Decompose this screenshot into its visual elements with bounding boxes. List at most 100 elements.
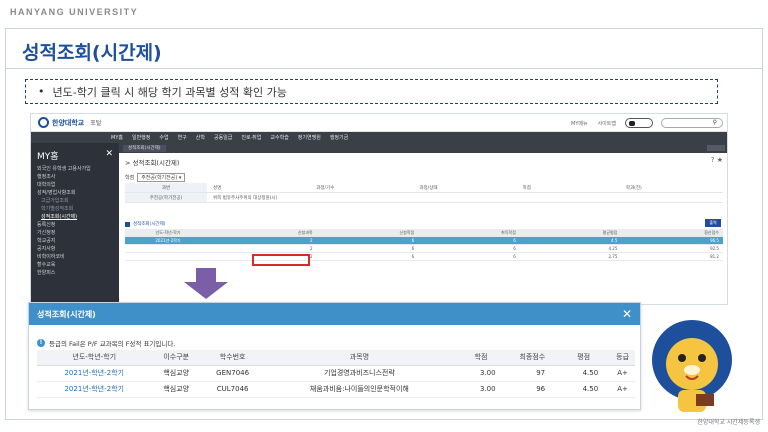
- sidebar-items: 외국인 유학생 고용사가입 행정조사 대학의업 성적/영업사항조회 고급가입조회 학기별성…: [31, 165, 119, 277]
- table-cell: 채움과비움:나이듦의인문학적이해: [264, 381, 455, 398]
- portal-sidebar: MY홈 ✕ 외국인 유학생 고용사가입 행정조사 대학의업 성적/영업사항조회 고급가입…: [31, 143, 119, 304]
- nav-item[interactable]: 진로·취업: [241, 134, 261, 141]
- portal-screenshot: 한양대학교 포털 MY메뉴 사이트맵 ⚲ MY홈 일반행정 수업 연구 산학 공동일급 진로…: [30, 113, 728, 305]
- table-cell: A+: [610, 381, 635, 398]
- nav-item[interactable]: 공동일급: [214, 134, 232, 141]
- sidebar-item[interactable]: 성적/영업사항조회: [31, 189, 119, 197]
- sidebar-item[interactable]: 한양피스: [31, 269, 119, 277]
- grid-row[interactable]: 2 6 6 2.75 81.2: [125, 253, 723, 261]
- sidebar-item[interactable]: 공지사항: [31, 245, 119, 253]
- grid-cell[interactable]: [125, 253, 215, 260]
- table-header-cell: 이수구분: [151, 350, 201, 366]
- grid-cell: 2: [310, 246, 313, 251]
- portal-logo[interactable]: 한양대학교 포털: [38, 117, 101, 128]
- sidebar-header: MY홈 ✕: [31, 143, 119, 165]
- table-cell: GEN7046: [200, 365, 265, 382]
- nav-item[interactable]: 수업: [159, 134, 168, 141]
- sidebar-item[interactable]: 등록신청: [31, 221, 119, 229]
- sidebar-item[interactable]: 성적조회(시간제): [31, 213, 119, 221]
- form-cell: 과정/기수: [316, 185, 335, 191]
- section-square-icon: [125, 221, 130, 227]
- nav-item[interactable]: 일반행정: [132, 134, 150, 141]
- portal-logo-sub: 포털: [90, 120, 102, 127]
- tab-grade-inquiry[interactable]: 성적조회(시간제): [123, 145, 166, 152]
- close-icon[interactable]: ✕: [622, 307, 632, 321]
- grade-section-title: 성적조회(시간제): [125, 221, 166, 227]
- tab-controls[interactable]: [707, 145, 725, 151]
- my-menu-link[interactable]: MY메뉴: [571, 120, 588, 127]
- close-icon[interactable]: ✕: [105, 149, 113, 162]
- portal-topbar: 한양대학교 포털 MY메뉴 사이트맵 ⚲: [31, 114, 727, 132]
- sidebar-item[interactable]: 가신청정: [31, 229, 119, 237]
- sidebar-item[interactable]: 행정조사: [31, 173, 119, 181]
- instruction-text: 년도-학기 클릭 시 해당 학기 과목별 성적 확인 가능: [52, 85, 287, 99]
- table-cell: CUL7046: [200, 381, 265, 398]
- search-input[interactable]: ⚲: [661, 118, 723, 128]
- grid-cell: 2: [310, 238, 313, 243]
- sidebar-item[interactable]: 고급가입조회: [31, 197, 119, 205]
- nav-item[interactable]: 산학: [196, 134, 205, 141]
- university-header: HANYANG UNIVERSITY: [10, 7, 139, 17]
- popup-header: 성적조회(시간제) ✕: [29, 303, 640, 325]
- grid-row[interactable]: 2 6 6 4.25 92.5: [125, 245, 723, 253]
- info-icon: !: [37, 339, 45, 347]
- portal-navbar: MY홈 일반행정 수업 연구 산학 공동일급 진로·취업 교수학습 정기연맹원 행정기금: [31, 132, 727, 143]
- portal-page-icons: ? ★: [711, 156, 723, 164]
- form-cell: 학점: [522, 185, 531, 191]
- star-icon[interactable]: ★: [717, 156, 723, 164]
- sidebar-item[interactable]: 비학이하코비: [31, 253, 119, 261]
- instruction-note: • 년도-학기 클릭 시 해당 학기 과목별 성적 확인 가능: [25, 79, 718, 104]
- semester-link[interactable]: 2021년-학년-2학기: [37, 381, 152, 398]
- table-header-cell: 과목명: [264, 350, 455, 366]
- grid-header-cell: 환산점수: [704, 230, 719, 235]
- sidebar-item[interactable]: 대학의업: [31, 181, 119, 189]
- table-cell: 핵심교양: [151, 381, 201, 398]
- print-button[interactable]: 출력: [705, 219, 721, 227]
- university-seal-icon: [38, 117, 49, 128]
- table-body: 2021년-학년-2학기 핵심교양 GEN7046 기업경영과비즈니스전략 3.00 97…: [37, 365, 635, 398]
- sidebar-item[interactable]: 학교공지: [31, 237, 119, 245]
- grade-detail-popup: 성적조회(시간제) ✕ ! 등급의 Fail은 P/F 교과목의 F성적 표기입…: [28, 302, 641, 410]
- grid-cell: 96.5: [710, 238, 719, 243]
- major-select-box[interactable]: 주전공(학기전공) ▾: [137, 173, 186, 182]
- nav-item[interactable]: MY홈: [111, 134, 123, 141]
- table-cell: A+: [610, 365, 635, 382]
- grade-section-text: 성적조회(시간제): [133, 222, 166, 227]
- theme-toggle[interactable]: [625, 118, 653, 128]
- form-cell: 위쪽 법유주사주위의 대상정원(시): [213, 195, 278, 201]
- grid-header-row: 년도-학년-학기 신청과목 신청학점 취득학점 평균평점 환산점수: [125, 229, 723, 237]
- nav-item[interactable]: 교수학습: [270, 134, 288, 141]
- sitemap-link[interactable]: 사이트맵: [598, 120, 616, 127]
- form-cell: 학과(전): [625, 185, 642, 191]
- grid-cell: 6: [411, 246, 415, 251]
- grid-cell[interactable]: [125, 245, 215, 252]
- grid-header-cell: 신청과목: [297, 230, 313, 235]
- table-header-cell: 학점: [454, 350, 508, 366]
- table-row: 2021년-학년-2학기 핵심교양 CUL7046 채움과비움:나이듦의인문학적이해 3…: [37, 381, 635, 398]
- grid-header-cell: 취득학점: [501, 230, 516, 235]
- table-cell: 3.00: [454, 381, 508, 398]
- portal-page-title: > 성적조회(시간제): [125, 159, 180, 167]
- grid-cell[interactable]: 2021년-2학기: [125, 237, 215, 244]
- sidebar-item[interactable]: 외국인 유학생 고용사가입: [31, 165, 119, 173]
- table-header-cell: 최종점수: [507, 350, 558, 366]
- nav-item[interactable]: 연구: [178, 134, 187, 141]
- major-select-value: 주전공(학기전공): [141, 175, 178, 181]
- semester-link[interactable]: 2021년-학년-2학기: [37, 365, 152, 382]
- footer-credit: 한양대학교 시간제등록생: [697, 419, 760, 426]
- sidebar-item[interactable]: 할수교육: [31, 261, 119, 269]
- form-label: 주전공(학기전공): [125, 193, 207, 202]
- help-icon[interactable]: ?: [711, 156, 715, 164]
- nav-item[interactable]: 정기연맹원: [298, 134, 321, 141]
- bullet-icon: •: [38, 85, 45, 98]
- nav-item[interactable]: 행정기금: [330, 134, 348, 141]
- grid-row[interactable]: 2021년-2학기 2 6 6 4.5 96.5: [125, 237, 723, 245]
- grade-detail-table: 년도-학년-학기 이수구분 학수번호 과목명 학점 최종점수 평점 등급 2021년-학년-2…: [37, 350, 635, 398]
- table-cell: 기업경영과비즈니스전략: [264, 365, 455, 382]
- grid-cell: 6: [411, 254, 415, 259]
- selected-semester-highlight: [252, 254, 310, 266]
- major-select-label: 학점: [125, 175, 135, 181]
- title-divider: [5, 68, 763, 69]
- sidebar-item[interactable]: 학기별성적조회: [31, 205, 119, 213]
- table-header-row: 년도-학년-학기 이수구분 학수번호 과목명 학점 최종점수 평점 등급: [37, 350, 635, 366]
